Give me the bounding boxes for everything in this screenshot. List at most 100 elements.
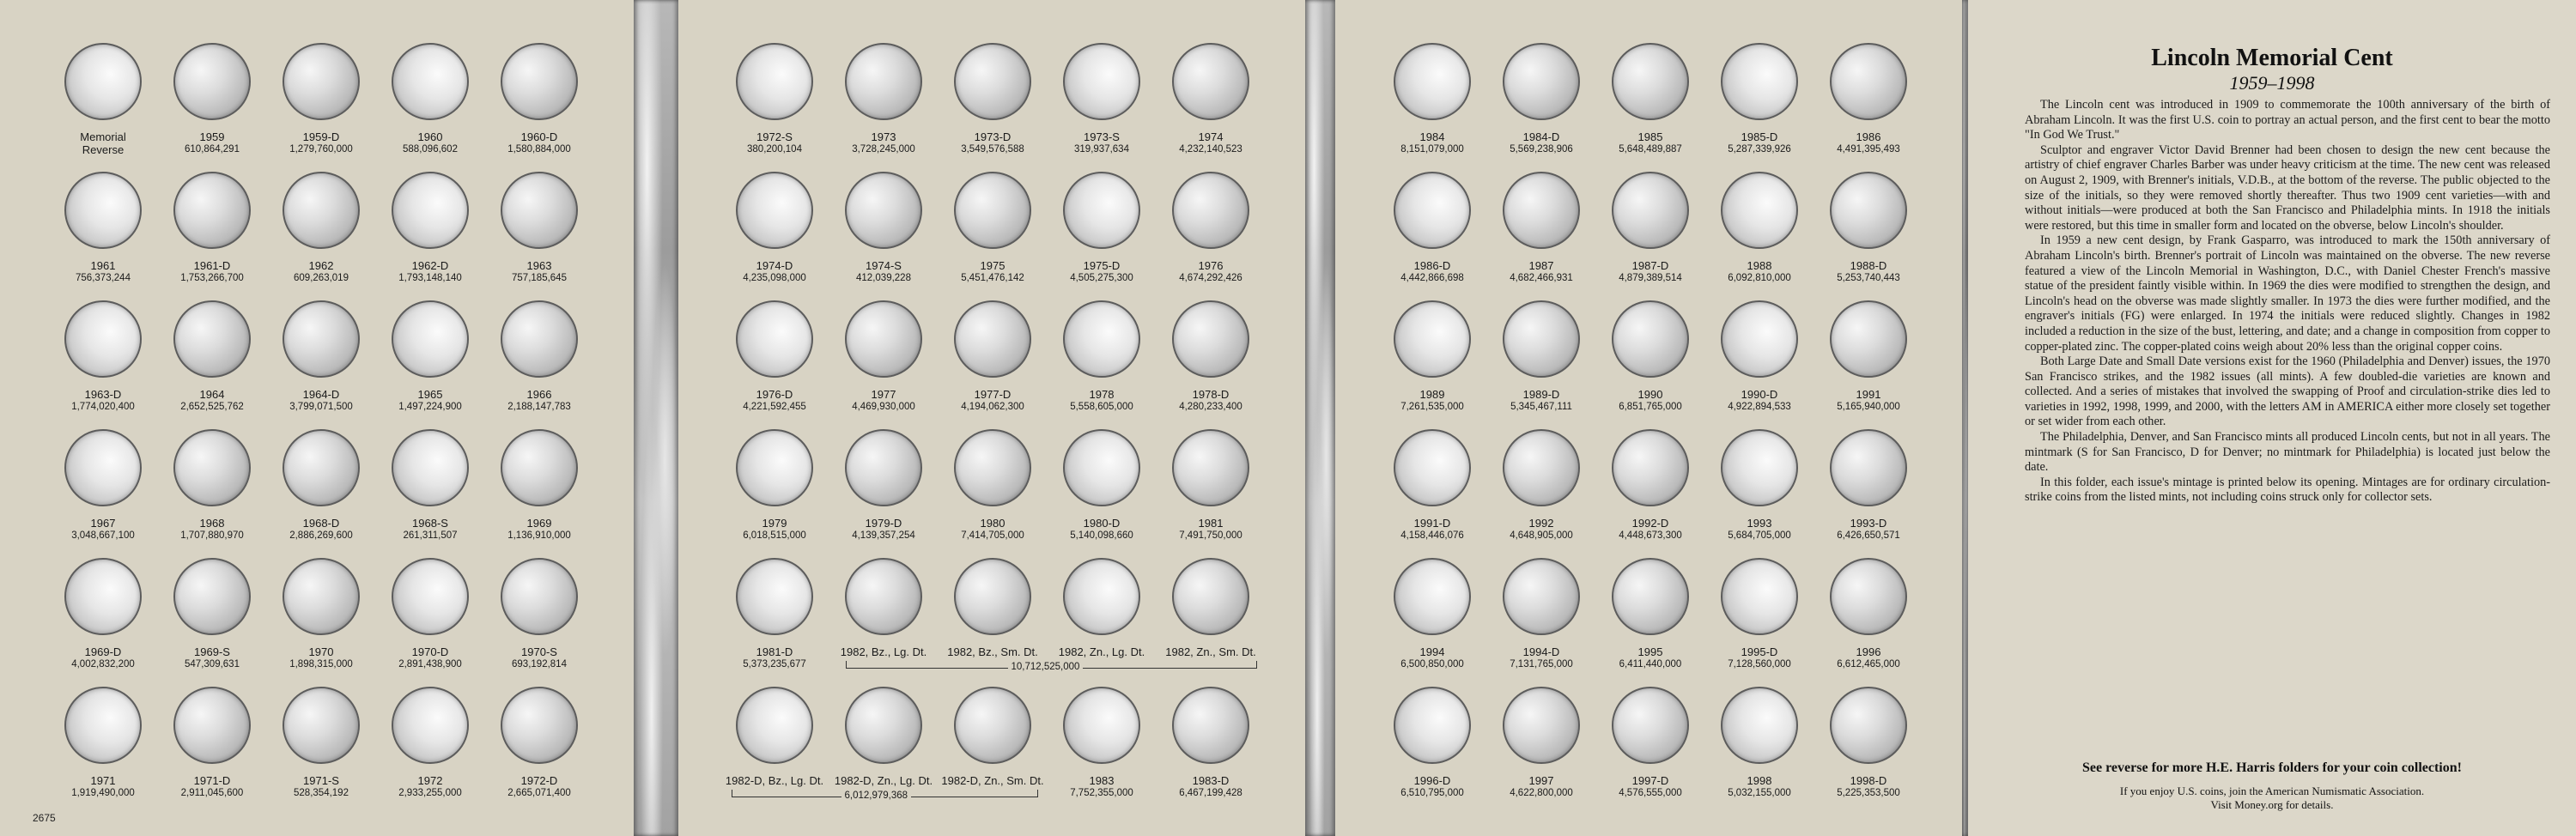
coin-slot: 1974-S 412,039,228 bbox=[829, 172, 939, 284]
history-paragraph: Sculptor and engraver Victor David Brenn… bbox=[2025, 142, 2550, 233]
coin-mintage: 610,864,291 bbox=[185, 144, 240, 154]
coin-mintage: 4,505,275,300 bbox=[1070, 273, 1133, 283]
coin-opening bbox=[283, 429, 360, 506]
coin-label: 1960 bbox=[417, 130, 443, 143]
coin-mintage: 6,612,465,000 bbox=[1837, 659, 1900, 669]
coin-opening bbox=[1063, 300, 1140, 378]
coin-opening bbox=[845, 172, 922, 249]
coin-slot: 1972-S 380,200,104 bbox=[720, 43, 829, 155]
coin-mintage: 7,261,535,000 bbox=[1400, 402, 1464, 412]
coin-mintage: 6,018,515,000 bbox=[743, 530, 806, 541]
coin-opening bbox=[1612, 558, 1689, 635]
coin-slot: 1960 588,096,602 bbox=[375, 43, 485, 155]
coin-label: 1991-D bbox=[1413, 517, 1451, 530]
coin-opening bbox=[392, 558, 469, 635]
coin-mintage: 2,188,147,783 bbox=[507, 402, 571, 412]
coin-mintage: 319,937,634 bbox=[1074, 144, 1129, 154]
coin-opening bbox=[501, 687, 578, 764]
coin-opening bbox=[173, 687, 251, 764]
coin-mintage: 4,491,395,493 bbox=[1837, 144, 1900, 154]
coin-slot: 1991-D 4,158,446,076 bbox=[1377, 429, 1487, 542]
coin-opening bbox=[736, 687, 813, 764]
coin-label: 1992 bbox=[1528, 517, 1554, 530]
coin-mintage: 4,622,800,000 bbox=[1510, 788, 1573, 798]
coin-label: 1997-D bbox=[1631, 774, 1669, 787]
coin-opening bbox=[1503, 172, 1580, 249]
coin-opening bbox=[1503, 687, 1580, 764]
coin-mintage: 5,648,489,887 bbox=[1619, 144, 1682, 154]
coin-mintage: 1,497,224,900 bbox=[398, 402, 462, 412]
coin-slot: 1972 2,933,255,000 bbox=[375, 687, 485, 799]
coin-label: 1968 bbox=[199, 517, 225, 530]
coin-slot: 1985-D 5,287,339,926 bbox=[1704, 43, 1814, 155]
coin-mintage: 4,235,098,000 bbox=[743, 273, 806, 283]
coin-label: 1981 bbox=[1198, 517, 1224, 530]
coin-mintage: 4,139,357,254 bbox=[852, 530, 915, 541]
coin-slot: 1974 4,232,140,523 bbox=[1156, 43, 1266, 155]
coin-mintage: 4,648,905,000 bbox=[1510, 530, 1573, 541]
coin-label: 1959-D bbox=[302, 130, 340, 143]
coin-mintage: 1,898,315,000 bbox=[289, 659, 353, 669]
coin-slot: 1982-D, Zn., Sm. Dt. bbox=[938, 687, 1048, 787]
coin-slot: 1973 3,728,245,000 bbox=[829, 43, 939, 155]
coin-mintage: 5,373,235,677 bbox=[743, 659, 806, 669]
coin-label: 1986 bbox=[1856, 130, 1881, 143]
coin-label: 1996 bbox=[1856, 645, 1881, 658]
coin-opening bbox=[1721, 172, 1798, 249]
coin-slot: 1978 5,558,605,000 bbox=[1047, 300, 1157, 413]
coin-mintage: 3,799,071,500 bbox=[289, 402, 353, 412]
coin-slot: 1986-D 4,442,866,698 bbox=[1377, 172, 1487, 284]
folder-spine-right bbox=[1962, 0, 1968, 836]
coin-label: 1962-D bbox=[411, 259, 449, 272]
coin-opening bbox=[1612, 429, 1689, 506]
history-text: The Lincoln cent was introduced in 1909 … bbox=[2025, 98, 2550, 506]
coin-mintage: 1,753,266,700 bbox=[180, 273, 244, 283]
history-paragraph: The Philadelphia, Denver, and San Franci… bbox=[2025, 430, 2550, 475]
coin-label: 1962 bbox=[308, 259, 334, 272]
coin-mintage: 4,682,466,931 bbox=[1510, 273, 1573, 283]
coin-slot: 1992 4,648,905,000 bbox=[1486, 429, 1596, 542]
coin-mintage: 4,674,292,426 bbox=[1179, 273, 1242, 283]
coin-label: 1986-D bbox=[1413, 259, 1451, 272]
coin-opening bbox=[173, 300, 251, 378]
coin-label: 1997 bbox=[1528, 774, 1554, 787]
coin-label: 1996-D bbox=[1413, 774, 1451, 787]
coin-label: 1970-D bbox=[411, 645, 449, 658]
coin-opening bbox=[1721, 300, 1798, 378]
coin-opening bbox=[1503, 429, 1580, 506]
coin-opening bbox=[1063, 687, 1140, 764]
coin-opening bbox=[1063, 429, 1140, 506]
coin-slot: 1966 2,188,147,783 bbox=[484, 300, 594, 413]
folder-spine-left bbox=[634, 0, 678, 836]
history-paragraph: The Lincoln cent was introduced in 1909 … bbox=[2025, 98, 2550, 142]
coin-opening bbox=[736, 429, 813, 506]
coin-label: 1974 bbox=[1198, 130, 1224, 143]
coin-slot: 1982, Bz., Sm. Dt. bbox=[938, 558, 1048, 658]
coin-mintage: 1,580,884,000 bbox=[507, 144, 571, 154]
coin-opening bbox=[283, 172, 360, 249]
coin-label: 1971-D bbox=[193, 774, 231, 787]
coin-slot: 1972-D 2,665,071,400 bbox=[484, 687, 594, 799]
coin-opening bbox=[1172, 687, 1249, 764]
coin-slot: 1973-D 3,549,576,588 bbox=[938, 43, 1048, 155]
coin-label: 1970 bbox=[308, 645, 334, 658]
coin-label: Memorial Reverse bbox=[80, 130, 126, 156]
coin-slot: 1960-D 1,580,884,000 bbox=[484, 43, 594, 155]
coin-opening bbox=[64, 558, 142, 635]
coin-label: 1965 bbox=[417, 388, 443, 401]
coin-label: 1975-D bbox=[1083, 259, 1121, 272]
coin-mintage: 4,469,930,000 bbox=[852, 402, 915, 412]
coin-opening bbox=[954, 558, 1031, 635]
coin-slot: 1989-D 5,345,467,111 bbox=[1486, 300, 1596, 413]
coin-slot: 1981-D 5,373,235,677 bbox=[720, 558, 829, 670]
coin-slot: 1976-D 4,221,592,455 bbox=[720, 300, 829, 413]
coin-label: 1969-D bbox=[84, 645, 122, 658]
coin-label: 1960-D bbox=[520, 130, 558, 143]
coin-slot: 1968-D 2,886,269,600 bbox=[266, 429, 376, 542]
coin-slot: 1979 6,018,515,000 bbox=[720, 429, 829, 542]
coin-slot: 1983 7,752,355,000 bbox=[1047, 687, 1157, 799]
coin-label: 1982-D, Bz., Lg. Dt. bbox=[725, 774, 824, 787]
coin-slot: 1964-D 3,799,071,500 bbox=[266, 300, 376, 413]
coin-slot: 1996 6,612,465,000 bbox=[1814, 558, 1923, 670]
coin-slot: 1991 5,165,940,000 bbox=[1814, 300, 1923, 413]
